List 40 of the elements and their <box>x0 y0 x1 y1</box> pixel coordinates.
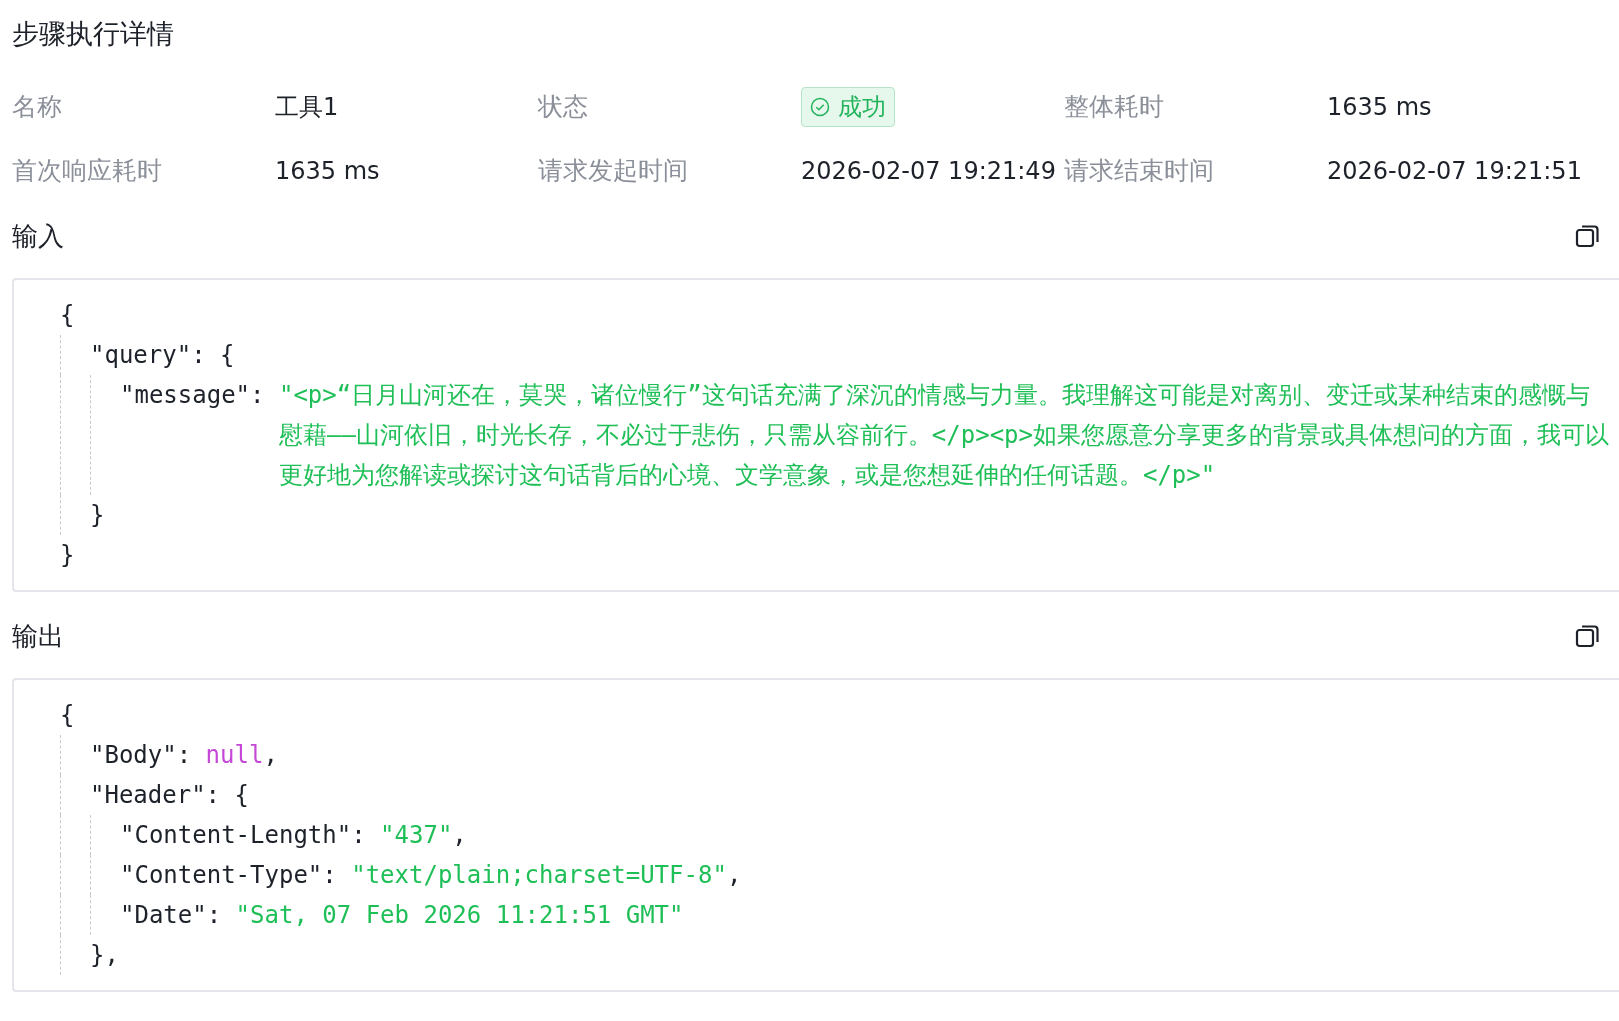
code-comma: , <box>263 740 278 771</box>
code-brace: } <box>90 500 105 531</box>
field-value: 工具1 <box>275 92 339 123</box>
field-label: 请求结束时间 <box>1064 155 1215 187</box>
code-comma: , <box>726 860 742 891</box>
code-brace: { <box>220 340 235 371</box>
code-brace: }, <box>90 940 119 971</box>
field-value: 2026-02-07 19:21:51 <box>1327 156 1582 187</box>
field-label: 整体耗时 <box>1064 91 1165 123</box>
code-key: "Content-Length": <box>120 815 381 855</box>
code-comma: , <box>452 820 467 851</box>
code-brace: { <box>60 300 75 331</box>
code-value: "text/plain;charset=UTF-8" <box>351 860 727 891</box>
code-key: "Header": <box>90 775 235 815</box>
code-key: "Content-Type": <box>120 855 352 895</box>
code-key: "message": <box>120 375 279 495</box>
code-value: null <box>205 740 264 771</box>
field-value: 1635 ms <box>1327 92 1432 123</box>
code-brace: { <box>60 700 75 731</box>
page-title: 步骤执行详情 <box>12 17 175 51</box>
code-brace: } <box>60 540 75 571</box>
status-badge: 成功 <box>801 87 895 127</box>
field-label: 名称 <box>12 91 63 123</box>
field-value: 1635 ms <box>275 156 380 187</box>
code-value: "437" <box>380 820 453 851</box>
code-key: "Body": <box>90 735 206 775</box>
code-brace: { <box>234 780 249 811</box>
section-title: 输入 <box>12 219 64 253</box>
code-value: "<p>“日月山河还在，莫哭，诸位慢行”这句话充满了深沉的情感与力量。我理解这可能是对离别、变迁或某种结束的感慨与慰藉——山河依旧，时光长存，不必过于悲伤，只需从容前行。</p><p>如果您愿意分享更多的背景或具体想问的方面，我可以更好地为您解读或探讨这句话背后的心境、文学意象，或是您想延伸的任何话题。</p>" <box>278 380 1610 491</box>
field-label: 请求发起时间 <box>538 155 689 187</box>
code-value: "Sat, 07 Feb 2026 11:21:51 GMT" <box>235 900 684 931</box>
copy-icon[interactable] <box>1575 623 1601 649</box>
field-value: 2026-02-07 19:21:49 <box>801 156 1056 187</box>
copy-icon[interactable] <box>1575 223 1601 249</box>
field-label: 状态 <box>538 91 589 123</box>
section-title: 输出 <box>12 619 64 653</box>
code-key: "query": <box>90 335 221 375</box>
field-label: 首次响应耗时 <box>12 155 163 187</box>
code-key: "Date": <box>120 895 236 935</box>
check-circle-icon <box>810 97 830 117</box>
